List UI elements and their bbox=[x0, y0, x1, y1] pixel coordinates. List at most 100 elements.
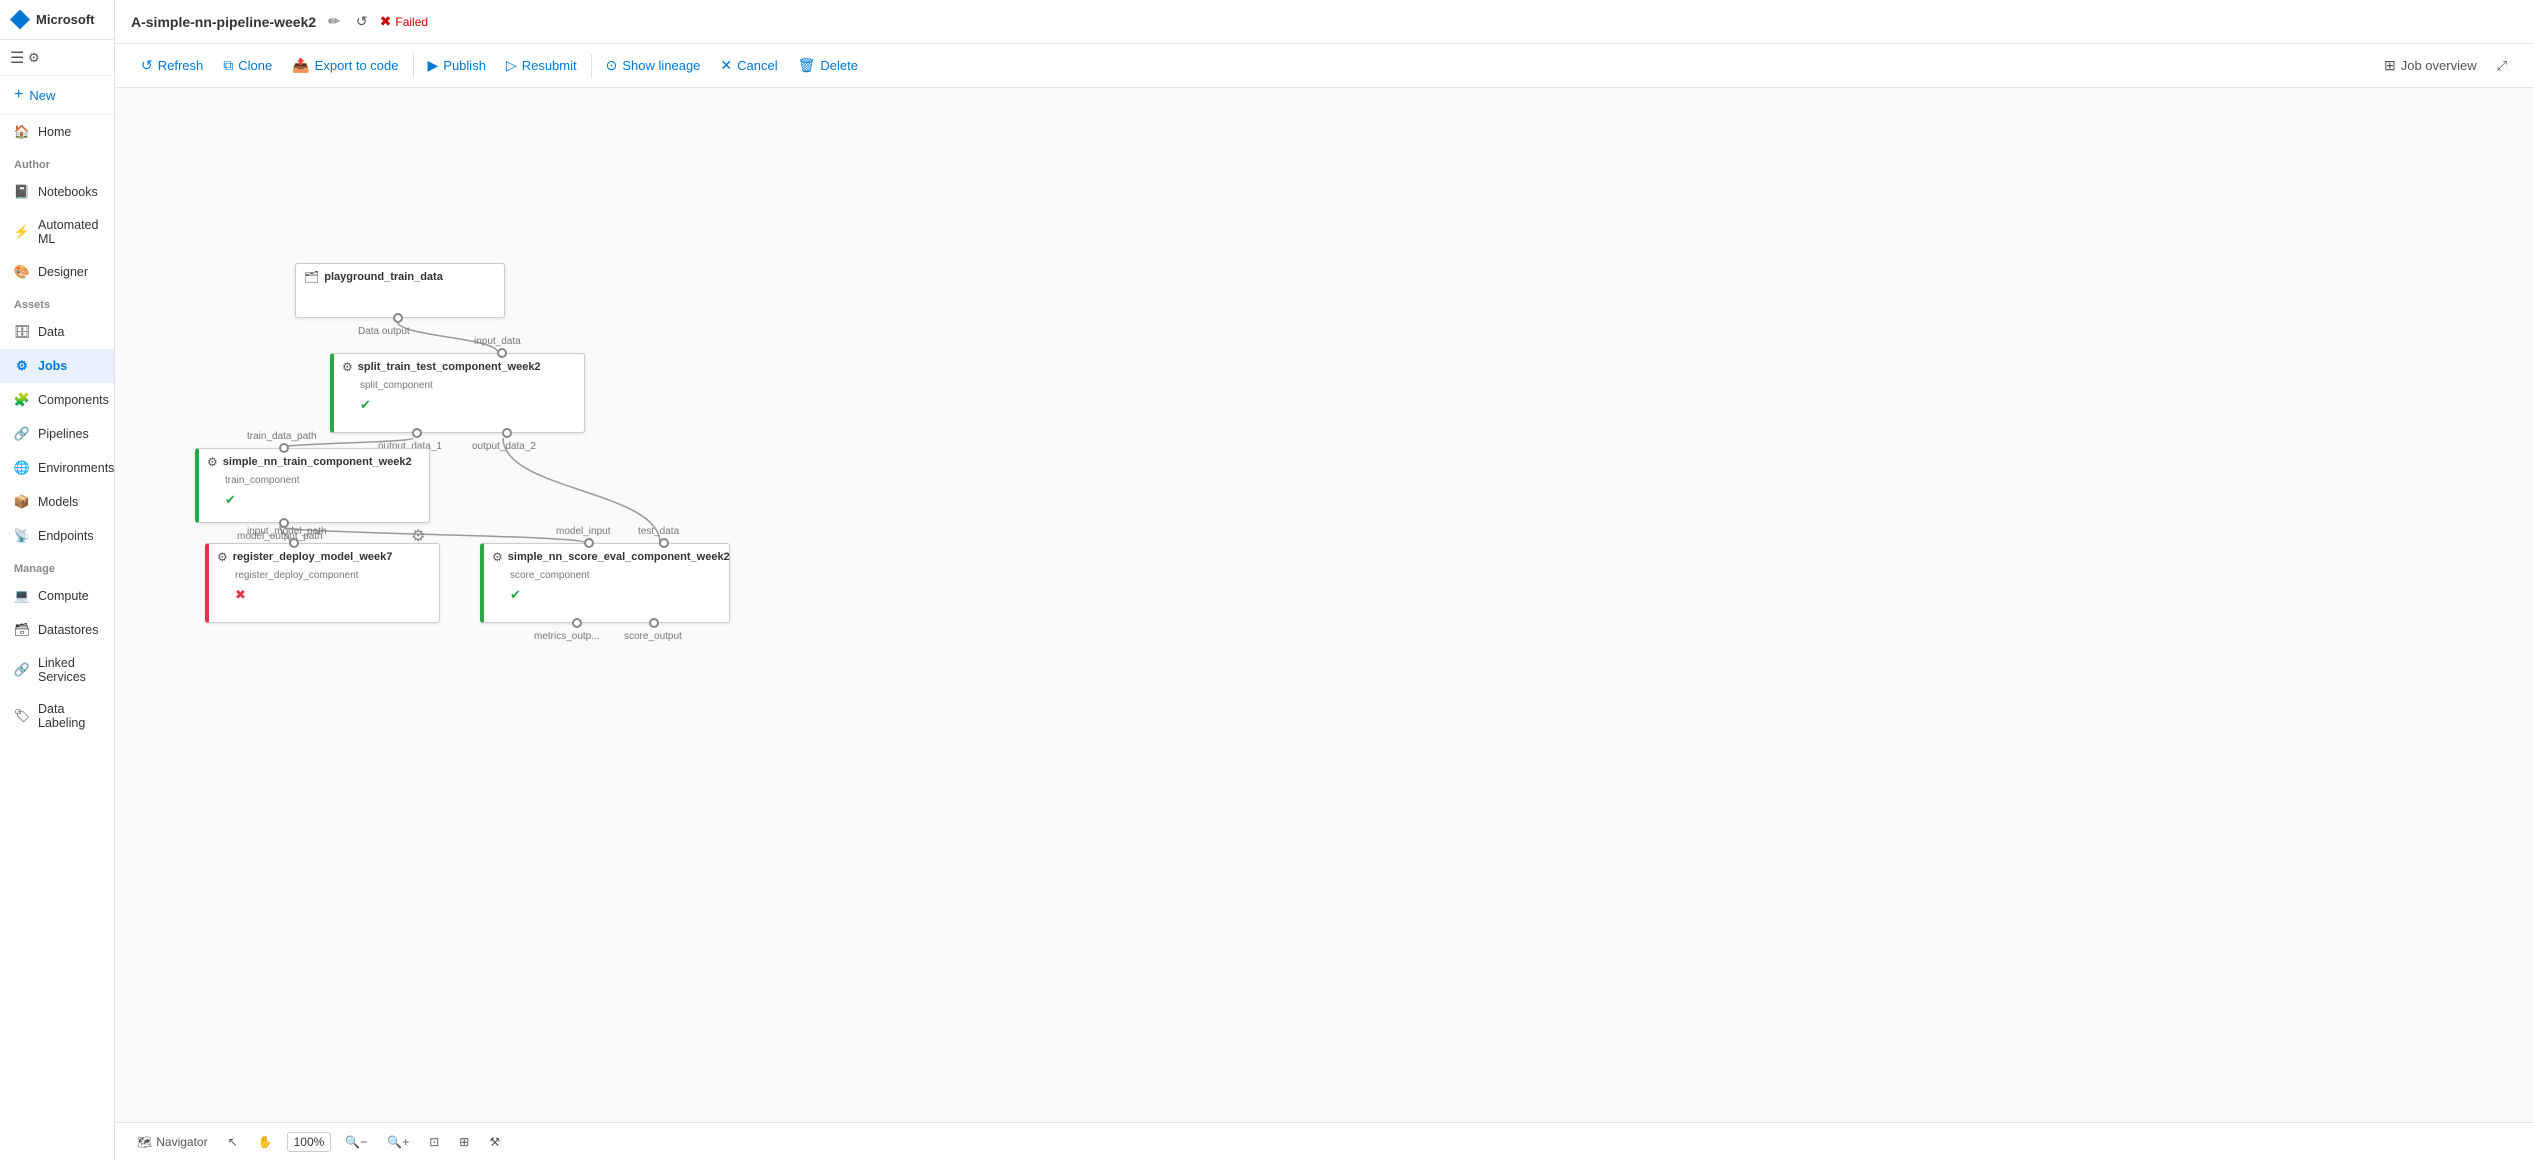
sidebar-item-jobs[interactable]: ⚙ Jobs bbox=[0, 349, 114, 383]
sidebar-item-home[interactable]: 🏠 Home bbox=[0, 115, 114, 149]
sidebar-item-compute[interactable]: 💻 Compute bbox=[0, 579, 114, 613]
components-label: Components bbox=[38, 393, 109, 407]
node-playground-train-data[interactable]: 🗂 playground_train_data Data output bbox=[295, 263, 505, 318]
sidebar-item-linked-services[interactable]: 🔗 Linked Services bbox=[0, 647, 114, 693]
failed-icon: ✖ bbox=[380, 13, 392, 30]
microsoft-icon bbox=[10, 10, 30, 30]
data-label: Data bbox=[38, 325, 64, 339]
sidebar-item-components[interactable]: 🧩 Components bbox=[0, 383, 114, 417]
job-overview-button[interactable]: ⊞ Job overview bbox=[2374, 51, 2487, 80]
delete-button[interactable]: 🗑 Delete bbox=[788, 51, 868, 80]
environments-label: Environments bbox=[38, 461, 114, 475]
datastores-icon: 🗃 bbox=[14, 622, 30, 638]
flow-tools-button[interactable]: ⚒ bbox=[483, 1132, 506, 1152]
node3-input-label: train_data_path bbox=[247, 431, 317, 442]
export-icon: 📤 bbox=[292, 57, 309, 74]
hamburger-icon[interactable]: ☰ bbox=[10, 48, 24, 68]
refresh-title-button[interactable]: ↺ bbox=[352, 11, 372, 32]
dataset-icon: 🗂 bbox=[304, 270, 319, 284]
publish-button[interactable]: ▶ Publish bbox=[418, 51, 496, 80]
delete-icon: 🗑 bbox=[798, 57, 816, 74]
publish-icon: ▶ bbox=[428, 57, 439, 74]
export-to-code-button[interactable]: 📤 Export to code bbox=[282, 51, 408, 80]
endpoints-label: Endpoints bbox=[38, 529, 94, 543]
node5-input-port-model bbox=[584, 538, 594, 548]
designer-label: Designer bbox=[38, 265, 88, 279]
jobs-label: Jobs bbox=[38, 359, 67, 373]
node5-input-label-test: test_data bbox=[638, 526, 679, 537]
navigator-button[interactable]: 🗺 Navigator bbox=[131, 1132, 214, 1152]
clone-button[interactable]: ⧉ Clone bbox=[213, 51, 282, 80]
models-icon: 📦 bbox=[14, 494, 30, 510]
brand-name: Microsoft bbox=[36, 12, 95, 27]
node4-header: ⚙ register_deploy_model_week7 bbox=[209, 544, 439, 570]
sidebar-item-data[interactable]: 🗄 Data bbox=[0, 315, 114, 349]
resubmit-button[interactable]: ▷ Resubmit bbox=[496, 51, 587, 80]
node5-input-port-test bbox=[659, 538, 669, 548]
delete-label: Delete bbox=[820, 58, 858, 73]
sidebar-item-data-labeling[interactable]: 🏷 Data Labeling bbox=[0, 693, 114, 739]
data-icon: 🗄 bbox=[14, 324, 30, 340]
zoom-out-icon: 🔍− bbox=[345, 1135, 367, 1149]
hand-tool-button[interactable]: ✋ bbox=[252, 1132, 279, 1152]
node4-title: register_deploy_model_week7 bbox=[233, 551, 393, 563]
pipelines-icon: 🔗 bbox=[14, 426, 30, 442]
edit-pipeline-button[interactable]: ✏ bbox=[324, 11, 344, 32]
plus-icon: + bbox=[14, 86, 23, 104]
settings-icon[interactable]: ⚙ bbox=[28, 50, 40, 66]
sidebar-item-automated-ml[interactable]: ⚡ Automated ML bbox=[0, 209, 114, 255]
show-lineage-label: Show lineage bbox=[622, 58, 700, 73]
zoom-out-button[interactable]: 🔍− bbox=[339, 1132, 373, 1152]
sidebar-item-designer[interactable]: 🎨 Designer bbox=[0, 255, 114, 289]
grid-view-button[interactable]: ⊞ bbox=[453, 1132, 475, 1152]
clone-label: Clone bbox=[238, 58, 272, 73]
node-register-deploy[interactable]: ⚙ register_deploy_model_week7 register_d… bbox=[205, 543, 440, 623]
node4-input-port bbox=[289, 538, 299, 548]
zoom-in-button[interactable]: 🔍+ bbox=[381, 1132, 415, 1152]
pipeline-canvas-area[interactable]: 🗂 playground_train_data Data output ⚙ sp… bbox=[115, 88, 2533, 1122]
author-section-label: Author bbox=[0, 149, 114, 175]
hand-icon: ✋ bbox=[258, 1135, 273, 1149]
node5-header: ⚙ simple_nn_score_eval_component_week2 bbox=[484, 544, 729, 570]
cancel-button[interactable]: ✕ Cancel bbox=[710, 51, 787, 80]
data-labeling-icon: 🏷 bbox=[14, 708, 30, 724]
resubmit-icon: ▷ bbox=[506, 57, 517, 74]
show-lineage-button[interactable]: ⊙ Show lineage bbox=[596, 51, 711, 80]
components-icon: 🧩 bbox=[14, 392, 30, 408]
sidebar-item-datastores[interactable]: 🗃 Datastores bbox=[0, 613, 114, 647]
refresh-label: Refresh bbox=[158, 58, 204, 73]
refresh-button[interactable]: ↺ Refresh bbox=[131, 51, 213, 80]
new-button[interactable]: + New bbox=[0, 76, 114, 115]
node3-title: simple_nn_train_component_week2 bbox=[223, 456, 412, 468]
node2-title: split_train_test_component_week2 bbox=[358, 361, 541, 373]
separator-1 bbox=[413, 54, 414, 78]
cursor-icon: ↖ bbox=[228, 1135, 238, 1149]
data-labeling-label: Data Labeling bbox=[38, 702, 100, 730]
sidebar-item-environments[interactable]: 🌐 Environments bbox=[0, 451, 114, 485]
export-label: Export to code bbox=[315, 58, 399, 73]
linked-services-icon: 🔗 bbox=[14, 662, 30, 678]
fit-icon: ⊡ bbox=[429, 1135, 439, 1149]
manage-section-label: Manage bbox=[0, 553, 114, 579]
new-label: New bbox=[29, 88, 55, 103]
status-text: Failed bbox=[395, 15, 428, 29]
expand-button[interactable]: ⤢ bbox=[2487, 52, 2517, 80]
node-split-train-test[interactable]: ⚙ split_train_test_component_week2 split… bbox=[330, 353, 585, 433]
node-score-eval[interactable]: ⚙ simple_nn_score_eval_component_week2 s… bbox=[480, 543, 730, 623]
sidebar: Microsoft ☰ ⚙ + New 🏠 Home Author 📓 Note… bbox=[0, 0, 115, 1160]
component-icon-2: ⚙ bbox=[342, 360, 353, 374]
fit-view-button[interactable]: ⊡ bbox=[423, 1132, 445, 1152]
zoom-in-icon: 🔍+ bbox=[387, 1135, 409, 1149]
node2-header: ⚙ split_train_test_component_week2 bbox=[334, 354, 584, 380]
sidebar-toggle[interactable]: ☰ ⚙ bbox=[0, 40, 114, 76]
sidebar-item-notebooks[interactable]: 📓 Notebooks bbox=[0, 175, 114, 209]
sidebar-item-endpoints[interactable]: 📡 Endpoints bbox=[0, 519, 114, 553]
component-icon-5: ⚙ bbox=[492, 550, 503, 564]
resubmit-label: Resubmit bbox=[522, 58, 577, 73]
lineage-icon: ⊙ bbox=[606, 57, 618, 74]
node-simple-nn-train[interactable]: ⚙ simple_nn_train_component_week2 train_… bbox=[195, 448, 430, 523]
sidebar-item-models[interactable]: 📦 Models bbox=[0, 485, 114, 519]
zoom-level[interactable]: 100% bbox=[287, 1132, 332, 1152]
sidebar-item-pipelines[interactable]: 🔗 Pipelines bbox=[0, 417, 114, 451]
cursor-tool-button[interactable]: ↖ bbox=[222, 1132, 244, 1152]
